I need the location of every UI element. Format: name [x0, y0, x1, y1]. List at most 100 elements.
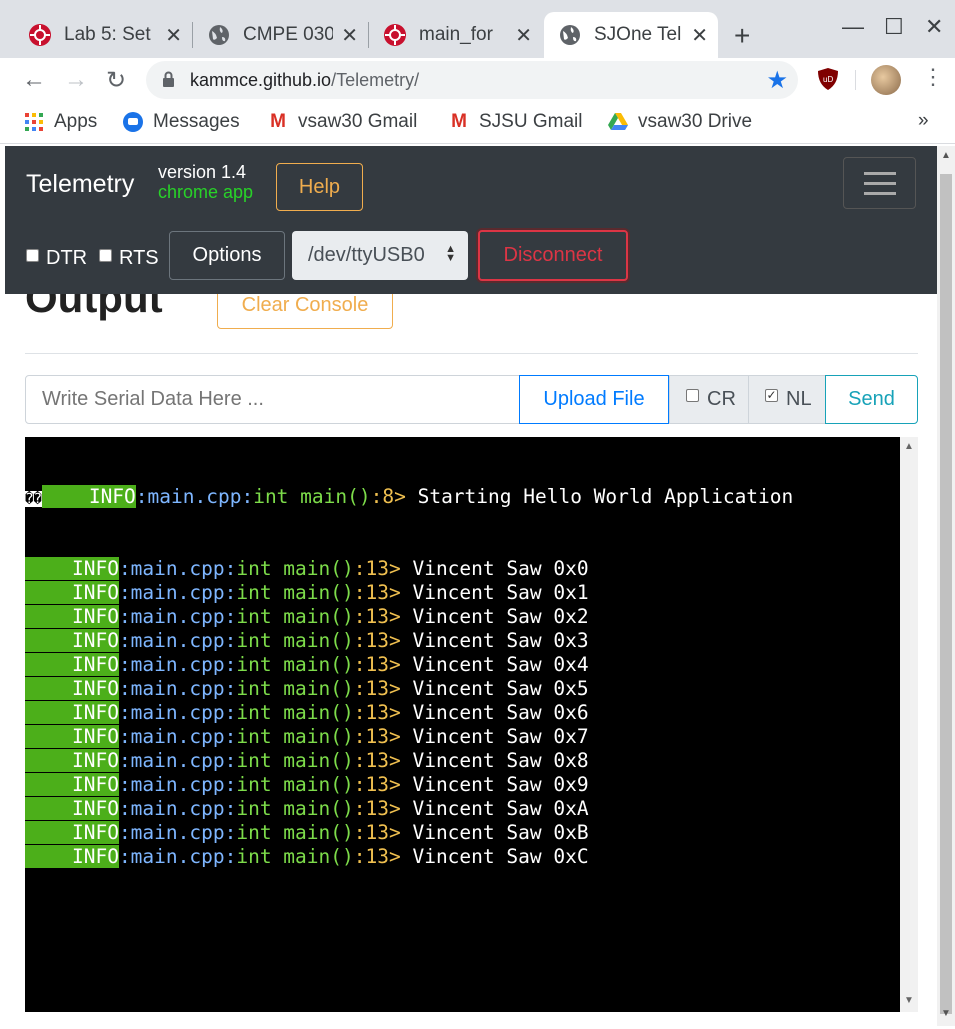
log-message: Vincent Saw 0xC	[400, 845, 589, 868]
reload-icon[interactable]: ↻	[106, 66, 126, 95]
menu-kebab-icon[interactable]: ⋮	[922, 64, 944, 90]
close-icon[interactable]: ✕	[691, 23, 708, 48]
log-level: INFO	[71, 581, 119, 604]
hamburger-bar	[864, 182, 896, 185]
log-func: int main()	[253, 485, 371, 508]
bookmarks-bar: Apps Messages M vsaw30 Gmail M SJSU Gmai…	[0, 102, 955, 144]
divider	[25, 353, 918, 354]
console-line: �� INFO:main.cpp:int main():8> Starting …	[25, 485, 900, 509]
log-message: Vincent Saw 0x3	[400, 629, 589, 652]
checkbox-box[interactable]	[26, 249, 39, 262]
log-message: Vincent Saw 0x7	[400, 725, 589, 748]
log-line-number: :13>	[353, 629, 401, 652]
tab-title: SJOne Tel	[594, 24, 682, 45]
scroll-up-icon[interactable]: ▲	[904, 441, 914, 452]
bookmark-vsaw30-drive[interactable]: vsaw30 Drive	[608, 111, 752, 133]
options-button[interactable]: Options	[169, 231, 285, 280]
serial-port-select[interactable]: /dev/ttyUSB0 ▲ ▼	[292, 231, 468, 280]
log-func: int main()	[236, 845, 354, 868]
nl-checkbox[interactable]: ✓	[765, 389, 778, 402]
browser-tab[interactable]: Lab 5: Set ✕	[14, 12, 192, 58]
console-lines: INFO:main.cpp:int main():13> Vincent Saw…	[25, 557, 900, 869]
log-level: INFO	[71, 653, 119, 676]
log-line-number: :13>	[353, 773, 401, 796]
console-output[interactable]: �� INFO:main.cpp:int main():8> Starting …	[25, 437, 900, 1012]
console-line: INFO:main.cpp:int main():13> Vincent Saw…	[25, 749, 900, 773]
log-file: :main.cpp:	[118, 557, 237, 580]
ublock-extension-icon[interactable]: uD	[817, 67, 839, 91]
console-line: INFO:main.cpp:int main():13> Vincent Saw…	[25, 773, 900, 797]
maximize-icon[interactable]: ☐	[884, 14, 904, 40]
browser-tab[interactable]: main_for ✕	[369, 12, 542, 58]
log-indent	[25, 605, 72, 628]
log-level: INFO	[71, 821, 119, 844]
log-level: INFO	[71, 629, 119, 652]
scroll-up-icon[interactable]: ▲	[941, 150, 951, 161]
new-tab-icon[interactable]: +	[734, 20, 750, 52]
forward-icon[interactable]: →	[64, 66, 88, 94]
toolbar-divider	[855, 70, 856, 90]
log-message: Vincent Saw 0x0	[400, 557, 589, 580]
bookmark-star-icon[interactable]: ★	[766, 66, 788, 95]
send-button[interactable]: Send	[825, 375, 918, 424]
log-indent	[25, 797, 72, 820]
log-line-number: :13>	[353, 701, 401, 724]
url-host: kammce.github.io	[190, 69, 332, 90]
log-file: :main.cpp:	[118, 677, 237, 700]
log-level: INFO	[88, 485, 136, 508]
rts-checkbox[interactable]: RTS	[99, 247, 159, 270]
cr-checkbox-addon[interactable]: CR	[669, 375, 749, 424]
page-scrollbar[interactable]: ▲ ▼	[937, 146, 955, 1026]
scrollbar-thumb[interactable]	[940, 174, 952, 1014]
nl-checkbox-addon[interactable]: ✓ NL	[748, 375, 826, 424]
log-file: :main.cpp:	[135, 485, 254, 508]
log-file: :main.cpp:	[118, 725, 237, 748]
disconnect-button[interactable]: Disconnect	[478, 230, 628, 281]
scroll-down-icon[interactable]: ▼	[941, 1008, 951, 1019]
minimize-icon[interactable]: —	[842, 14, 864, 40]
checkbox-box[interactable]	[99, 249, 112, 262]
brand[interactable]: Telemetry	[26, 170, 134, 199]
log-file: :main.cpp:	[118, 845, 237, 868]
cr-checkbox[interactable]	[686, 389, 699, 402]
close-icon[interactable]: ✕	[165, 23, 182, 48]
log-message: Vincent Saw 0xB	[400, 821, 589, 844]
log-level: INFO	[71, 725, 119, 748]
log-func: int main()	[236, 677, 354, 700]
dtr-checkbox[interactable]: DTR	[26, 247, 87, 270]
upload-file-button[interactable]: Upload File	[519, 375, 669, 424]
log-level: INFO	[71, 845, 119, 868]
hamburger-bar	[864, 172, 896, 175]
log-level: INFO	[71, 773, 119, 796]
apps-grid-icon	[24, 112, 44, 132]
back-icon[interactable]: ←	[22, 66, 46, 94]
bookmark-apps[interactable]: Apps	[24, 111, 97, 133]
help-button[interactable]: Help	[276, 163, 363, 211]
log-func: int main()	[236, 797, 354, 820]
navbar-toggle-button[interactable]	[843, 157, 916, 209]
bookmark-sjsu-gmail[interactable]: M SJSU Gmail	[449, 111, 582, 133]
log-message: Vincent Saw 0x2	[400, 605, 589, 628]
browser-tab[interactable]: CMPE 030 ✕	[193, 12, 368, 58]
log-level: INFO	[71, 797, 119, 820]
profile-avatar[interactable]	[871, 65, 901, 95]
log-indent	[25, 653, 72, 676]
bookmark-messages[interactable]: Messages	[123, 111, 240, 133]
browser-tab-active[interactable]: SJOne Tel ✕	[544, 12, 718, 58]
log-file: :main.cpp:	[118, 749, 237, 772]
bookmarks-overflow-icon[interactable]: »	[918, 110, 929, 132]
console-line: INFO:main.cpp:int main():13> Vincent Saw…	[25, 725, 900, 749]
close-icon[interactable]: ✕	[341, 23, 358, 48]
serial-data-input[interactable]	[25, 375, 520, 424]
close-icon[interactable]: ✕	[515, 23, 532, 48]
address-bar[interactable]: kammce.github.io/Telemetry/ ★	[146, 61, 798, 99]
scroll-down-icon[interactable]: ▼	[904, 995, 914, 1006]
log-indent	[25, 581, 72, 604]
bookmark-vsaw30-gmail[interactable]: M vsaw30 Gmail	[268, 111, 417, 133]
bookmark-label: Apps	[54, 111, 98, 132]
bookmark-label: Messages	[153, 111, 240, 132]
port-value: /dev/ttyUSB0	[308, 244, 425, 266]
console-scrollbar[interactable]: ▲ ▼	[900, 437, 918, 1012]
window-close-icon[interactable]: ✕	[925, 14, 943, 40]
log-level: INFO	[71, 749, 119, 772]
